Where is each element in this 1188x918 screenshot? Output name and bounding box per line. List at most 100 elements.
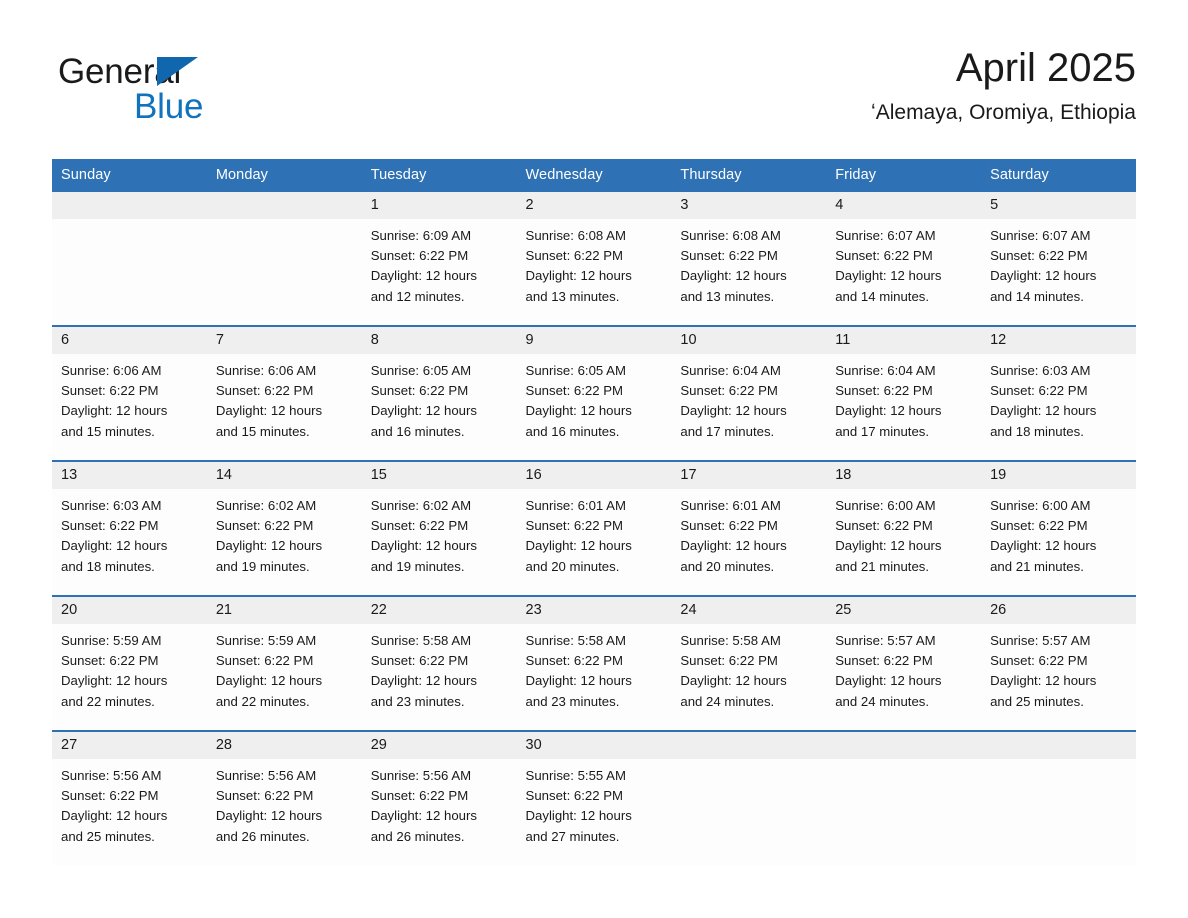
daylight-duration-line2: and 13 minutes. xyxy=(525,288,620,304)
calendar-day-cell[interactable]: 1 Sunrise: 6:09 AM Sunset: 6:22 PM Daylight… xyxy=(361,192,517,326)
sunset-time: Sunset: 6:22 PM xyxy=(525,518,624,534)
daylight-duration-line1: Daylight: 12 hours xyxy=(215,403,323,419)
weekday-header-saturday: Saturday xyxy=(981,159,1136,192)
sunset-time: Sunset: 6:22 PM xyxy=(215,653,314,669)
calendar-day-cell[interactable]: 15 Sunrise: 6:02 AM Sunset: 6:22 PM Dayligh… xyxy=(361,460,517,596)
daylight-duration-line2: and 12 minutes. xyxy=(370,288,465,304)
logo-text-blue: Blue xyxy=(134,87,204,126)
calendar-day-cell[interactable]: 2 Sunrise: 6:08 AM Sunset: 6:22 PM Daylight… xyxy=(516,192,672,326)
day-number: 14 xyxy=(206,462,362,489)
calendar-day-cell[interactable]: 26 Sunrise: 5:57 AM Sunset: 6:22 PM Dayligh… xyxy=(981,595,1136,731)
daylight-duration-line1: Daylight: 12 hours xyxy=(990,268,1097,284)
day-details: Sunrise: 6:02 AM Sunset: 6:22 PM Daylight:… xyxy=(207,489,362,577)
generalblue-logo[interactable]: General Blue xyxy=(58,52,318,136)
sunset-time: Sunset: 6:22 PM xyxy=(680,653,778,669)
day-details: Sunrise: 6:09 AM Sunset: 6:22 PM Daylight:… xyxy=(362,219,517,307)
calendar-day-cell[interactable]: 24 Sunrise: 5:58 AM Sunset: 6:22 PM Dayligh… xyxy=(671,595,827,731)
day-details: Sunrise: 5:58 AM Sunset: 6:22 PM Daylight:… xyxy=(517,624,672,712)
sunrise-time: Sunrise: 5:56 AM xyxy=(61,768,162,783)
daylight-duration-line1: Daylight: 12 hours xyxy=(525,403,632,419)
sunset-time: Sunset: 6:22 PM xyxy=(835,653,933,669)
calendar-day-cell[interactable]: 22 Sunrise: 5:58 AM Sunset: 6:22 PM Dayligh… xyxy=(361,595,517,731)
calendar-day-cell[interactable]: 27 Sunrise: 5:56 AM Sunset: 6:22 PM Dayligh… xyxy=(52,730,207,865)
calendar-day-cell[interactable]: 10 Sunrise: 6:04 AM Sunset: 6:22 PM Dayligh… xyxy=(671,325,827,461)
day-details: Sunrise: 5:56 AM Sunset: 6:22 PM Daylight:… xyxy=(207,759,362,847)
sunrise-time: Sunrise: 6:01 AM xyxy=(525,498,626,513)
sunset-time: Sunset: 6:22 PM xyxy=(990,653,1088,669)
day-number: 3 xyxy=(671,192,827,219)
daylight-duration-line2: and 20 minutes. xyxy=(525,558,620,574)
day-number: 20 xyxy=(52,597,207,624)
daylight-duration-line1: Daylight: 12 hours xyxy=(835,673,942,689)
calendar-day-cell[interactable]: 11 Sunrise: 6:04 AM Sunset: 6:22 PM Dayligh… xyxy=(826,325,982,461)
calendar-day-cell[interactable]: 16 Sunrise: 6:01 AM Sunset: 6:22 PM Dayligh… xyxy=(516,460,672,596)
day-number: 2 xyxy=(516,192,672,219)
sunset-time: Sunset: 6:22 PM xyxy=(370,518,469,534)
calendar-day-cell[interactable]: 8 Sunrise: 6:05 AM Sunset: 6:22 PM Daylight… xyxy=(361,325,517,461)
calendar-day-cell[interactable]: 23 Sunrise: 5:58 AM Sunset: 6:22 PM Dayligh… xyxy=(516,595,672,731)
daylight-duration-line1: Daylight: 12 hours xyxy=(680,538,787,554)
calendar-day-cell[interactable]: 6 Sunrise: 6:06 AM Sunset: 6:22 PM Daylight… xyxy=(52,325,207,461)
calendar-day-cell[interactable]: 4 Sunrise: 6:07 AM Sunset: 6:22 PM Daylight… xyxy=(826,192,982,326)
calendar-day-cell[interactable]: 19 Sunrise: 6:00 AM Sunset: 6:22 PM Dayligh… xyxy=(981,460,1136,596)
calendar-day-cell[interactable]: 17 Sunrise: 6:01 AM Sunset: 6:22 PM Dayligh… xyxy=(671,460,827,596)
calendar-week-row: 27 Sunrise: 5:56 AM Sunset: 6:22 PM Dayligh… xyxy=(52,730,1136,865)
daylight-duration-line1: Daylight: 12 hours xyxy=(990,403,1097,419)
day-details: Sunrise: 6:03 AM Sunset: 6:22 PM Daylight:… xyxy=(981,354,1136,442)
calendar-week-row: 1 Sunrise: 6:09 AM Sunset: 6:22 PM Daylight… xyxy=(52,192,1136,326)
calendar-week-row: 20 Sunrise: 5:59 AM Sunset: 6:22 PM Dayligh… xyxy=(52,595,1136,731)
day-number: 16 xyxy=(516,462,672,489)
sunset-time: Sunset: 6:22 PM xyxy=(835,518,933,534)
sunrise-time: Sunrise: 6:00 AM xyxy=(990,498,1091,513)
sunset-time: Sunset: 6:22 PM xyxy=(215,788,314,804)
calendar-day-cell[interactable]: 30 Sunrise: 5:55 AM Sunset: 6:22 PM Dayligh… xyxy=(516,730,672,865)
day-number: 25 xyxy=(826,597,982,624)
sunrise-time: Sunrise: 5:55 AM xyxy=(525,768,626,783)
calendar-day-cell[interactable]: 25 Sunrise: 5:57 AM Sunset: 6:22 PM Dayligh… xyxy=(826,595,982,731)
day-details: Sunrise: 5:58 AM Sunset: 6:22 PM Daylight:… xyxy=(362,624,517,712)
day-number: 22 xyxy=(361,597,517,624)
calendar-day-cell[interactable]: 5 Sunrise: 6:07 AM Sunset: 6:22 PM Daylight… xyxy=(981,192,1136,326)
sunrise-time: Sunrise: 6:03 AM xyxy=(990,363,1091,378)
daylight-duration-line2: and 20 minutes. xyxy=(680,558,775,574)
sunset-time: Sunset: 6:22 PM xyxy=(215,518,314,534)
weekday-header-sunday: Sunday xyxy=(52,159,207,192)
sunrise-time: Sunrise: 6:07 AM xyxy=(990,228,1091,243)
calendar-day-cell[interactable]: 18 Sunrise: 6:00 AM Sunset: 6:22 PM Dayligh… xyxy=(826,460,982,596)
daylight-duration-line2: and 18 minutes. xyxy=(61,558,155,574)
day-number: 27 xyxy=(52,732,207,759)
calendar-day-cell[interactable]: 12 Sunrise: 6:03 AM Sunset: 6:22 PM Dayligh… xyxy=(981,325,1136,461)
sunrise-time: Sunrise: 6:05 AM xyxy=(525,363,626,378)
calendar-day-cell[interactable]: 28 Sunrise: 5:56 AM Sunset: 6:22 PM Dayligh… xyxy=(206,730,362,865)
triangle-icon xyxy=(157,57,198,86)
daylight-duration-line1: Daylight: 12 hours xyxy=(525,673,632,689)
sunset-time: Sunset: 6:22 PM xyxy=(61,653,159,669)
sunrise-time: Sunrise: 6:08 AM xyxy=(680,228,781,243)
day-number xyxy=(826,732,982,759)
sunset-time: Sunset: 6:22 PM xyxy=(525,788,624,804)
sunset-time: Sunset: 6:22 PM xyxy=(680,518,778,534)
day-details: Sunrise: 6:01 AM Sunset: 6:22 PM Daylight:… xyxy=(671,489,826,577)
sunrise-time: Sunrise: 5:56 AM xyxy=(370,768,472,783)
calendar-day-cell[interactable]: 29 Sunrise: 5:56 AM Sunset: 6:22 PM Dayligh… xyxy=(361,730,517,865)
daylight-duration-line1: Daylight: 12 hours xyxy=(61,403,168,419)
calendar-day-cell[interactable]: 21 Sunrise: 5:59 AM Sunset: 6:22 PM Dayligh… xyxy=(206,595,362,731)
calendar-day-cell[interactable]: 7 Sunrise: 6:06 AM Sunset: 6:22 PM Daylight… xyxy=(206,325,362,461)
day-number: 9 xyxy=(516,327,672,354)
day-number: 4 xyxy=(826,192,982,219)
calendar-day-cell[interactable]: 20 Sunrise: 5:59 AM Sunset: 6:22 PM Dayligh… xyxy=(52,595,207,731)
calendar-day-cell[interactable]: 9 Sunrise: 6:05 AM Sunset: 6:22 PM Daylight… xyxy=(516,325,672,461)
calendar-body: 1 Sunrise: 6:09 AM Sunset: 6:22 PM Daylight… xyxy=(52,192,1136,865)
daylight-duration-line1: Daylight: 12 hours xyxy=(835,538,942,554)
daylight-duration-line2: and 15 minutes. xyxy=(215,423,310,439)
page-header: General Blue April 2025 ʻAlemaya, Oromiy… xyxy=(52,44,1136,144)
day-details: Sunrise: 5:56 AM Sunset: 6:22 PM Daylight:… xyxy=(362,759,517,847)
sunrise-time: Sunrise: 6:07 AM xyxy=(835,228,936,243)
calendar-day-cell[interactable]: 13 Sunrise: 6:03 AM Sunset: 6:22 PM Dayligh… xyxy=(52,460,207,596)
sunset-time: Sunset: 6:22 PM xyxy=(61,518,159,534)
calendar-day-cell[interactable]: 14 Sunrise: 6:02 AM Sunset: 6:22 PM Dayligh… xyxy=(206,460,362,596)
sunset-time: Sunset: 6:22 PM xyxy=(370,248,469,264)
day-details: Sunrise: 6:04 AM Sunset: 6:22 PM Daylight:… xyxy=(826,354,981,442)
daylight-duration-line2: and 23 minutes. xyxy=(525,693,620,709)
calendar-day-cell[interactable]: 3 Sunrise: 6:08 AM Sunset: 6:22 PM Daylight… xyxy=(671,192,827,326)
